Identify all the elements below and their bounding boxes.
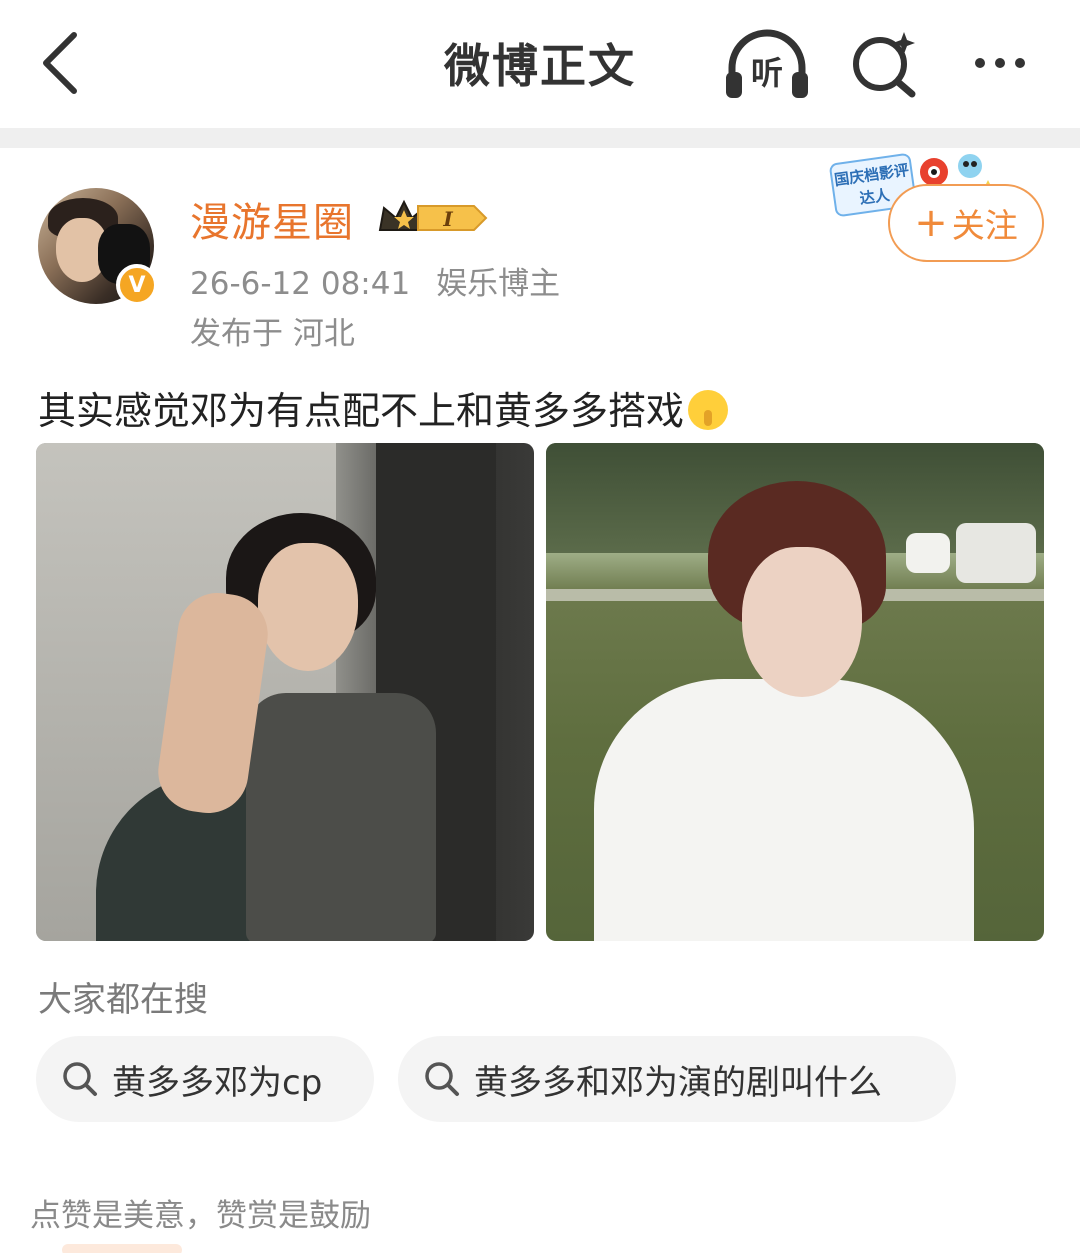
search-icon — [63, 1062, 97, 1096]
verified-badge-icon: V — [116, 264, 158, 306]
trending-search-text: 黄多多和邓为演的剧叫什么 — [474, 1062, 882, 1103]
post-image-1[interactable] — [36, 443, 534, 941]
image-figure-shirt — [594, 679, 974, 941]
post-text: 其实感觉邓为有点配不上和黄多多搭戏 — [38, 380, 729, 435]
author-name[interactable]: 漫游星圈 — [190, 190, 354, 248]
top-navbar: 微博正文 听 — [0, 0, 1080, 128]
listen-label: 听 — [750, 54, 783, 92]
post-meta: 26-6-12 08:41 娱乐博主 — [190, 258, 560, 303]
dot-icon — [975, 58, 985, 68]
member-level-badge-icon[interactable]: I — [378, 196, 490, 240]
dot-icon — [995, 58, 1005, 68]
follow-label: 关注 — [951, 206, 1018, 245]
image-figure-face — [258, 543, 358, 671]
plus-icon: + — [914, 200, 948, 246]
follow-button[interactable]: + 关注 — [888, 184, 1044, 262]
trending-search-chip[interactable]: 黄多多邓为cp — [36, 1036, 374, 1122]
dot-icon — [1015, 58, 1025, 68]
image-van — [956, 523, 1036, 583]
post-image-2[interactable] — [546, 443, 1044, 941]
image-car — [906, 533, 950, 573]
shushing-face-emoji-icon — [688, 390, 729, 430]
author-tag: 娱乐博主 — [436, 266, 561, 302]
listen-button[interactable]: 听 — [722, 28, 812, 100]
search-sparkle-icon — [853, 32, 916, 98]
more-options-button[interactable] — [960, 38, 1040, 88]
search-button[interactable] — [848, 28, 920, 100]
trending-search-chip[interactable]: 黄多多和邓为演的剧叫什么 — [398, 1036, 956, 1122]
post-location: 发布于 河北 — [190, 316, 355, 352]
reward-button-peek[interactable] — [62, 1244, 182, 1253]
trending-search-text: 黄多多邓为cp — [112, 1062, 323, 1103]
post-date: 26-6-12 08:41 — [190, 266, 411, 302]
image-figure-face — [742, 547, 862, 697]
section-divider — [0, 128, 1080, 148]
level-mark: I — [442, 207, 453, 231]
trending-label: 大家都在搜 — [38, 980, 208, 1020]
reward-hint: 点赞是美意，赞赏是鼓励 — [30, 1198, 371, 1234]
search-icon — [425, 1062, 459, 1096]
post-text-content: 其实感觉邓为有点配不上和黄多多搭戏 — [38, 389, 685, 433]
image-figure-top — [246, 693, 436, 941]
